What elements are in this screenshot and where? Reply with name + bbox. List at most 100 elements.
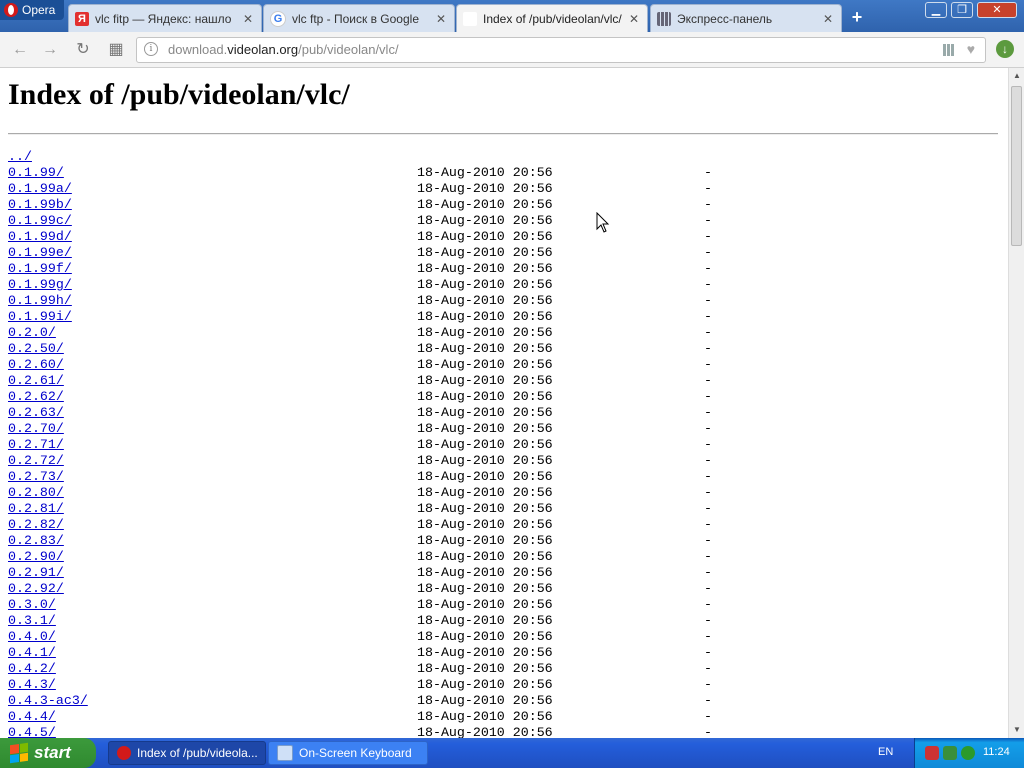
file-size: - [704, 629, 712, 644]
opera-logo-icon [4, 3, 18, 17]
speed-dial-grid-icon[interactable]: ▦ [106, 40, 126, 60]
scroll-down-arrow-icon[interactable]: ▼ [1009, 722, 1024, 738]
directory-link[interactable]: 0.1.99b/ [8, 197, 72, 213]
modified-date: 18-Aug-2010 20:56 [417, 165, 553, 180]
reload-icon[interactable]: ↻ [73, 40, 93, 60]
directory-link[interactable]: 0.1.99h/ [8, 293, 72, 309]
task-on-screen-keyboard[interactable]: On-Screen Keyboard [268, 741, 428, 765]
file-size: - [704, 181, 712, 196]
directory-link[interactable]: 0.2.61/ [8, 373, 64, 389]
directory-link[interactable]: 0.2.0/ [8, 325, 56, 341]
directory-link[interactable]: 0.3.1/ [8, 613, 56, 629]
directory-link[interactable]: 0.2.83/ [8, 533, 64, 549]
back-icon[interactable]: ← [10, 40, 30, 60]
directory-link[interactable]: 0.1.99c/ [8, 213, 72, 229]
language-indicator[interactable]: EN [878, 746, 893, 758]
tab-google[interactable]: G vlc ftp - Поиск в Google ✕ [263, 4, 455, 32]
close-tab-icon[interactable]: ✕ [241, 12, 255, 26]
scroll-up-arrow-icon[interactable]: ▲ [1009, 68, 1024, 84]
directory-link[interactable]: 0.2.71/ [8, 437, 64, 453]
network-icon[interactable] [943, 746, 957, 760]
url-text[interactable]: download.videolan.org/pub/videolan/vlc/ [168, 42, 399, 57]
task-opera-window[interactable]: Index of /pub/videola... [108, 741, 266, 765]
file-size: - [704, 277, 712, 292]
speed-dial-add-icon[interactable] [943, 44, 955, 56]
modified-date: 18-Aug-2010 20:56 [417, 597, 553, 612]
directory-link[interactable]: 0.2.80/ [8, 485, 64, 501]
close-tab-icon[interactable]: ✕ [821, 12, 835, 26]
directory-link[interactable]: 0.2.70/ [8, 421, 64, 437]
modified-date: 18-Aug-2010 20:56 [417, 485, 553, 500]
modified-date: 18-Aug-2010 20:56 [417, 517, 553, 532]
list-item: 0.2.62/18-Aug-2010 20:56 - [8, 389, 998, 405]
directory-link[interactable]: 0.1.99d/ [8, 229, 72, 245]
directory-link[interactable]: 0.4.3/ [8, 677, 56, 693]
directory-link[interactable]: 0.2.90/ [8, 549, 64, 565]
minimize-icon[interactable]: ▁ [925, 2, 947, 18]
directory-link[interactable]: 0.2.82/ [8, 517, 64, 533]
directory-link[interactable]: 0.4.5/ [8, 725, 56, 738]
parent-row: ../ [8, 149, 998, 165]
tab-strip: Opera Я vlc fitp — Яндекс: нашло ✕ G vlc… [0, 0, 1024, 32]
tab-speed-dial[interactable]: Экспресс-панель ✕ [650, 4, 842, 32]
download-icon[interactable]: ↓ [996, 40, 1014, 58]
file-size: - [704, 645, 712, 660]
site-info-icon[interactable]: i [144, 42, 158, 56]
scrollbar-thumb[interactable] [1011, 86, 1022, 246]
list-item: 0.2.70/18-Aug-2010 20:56 - [8, 421, 998, 437]
close-tab-icon[interactable]: ✕ [627, 12, 641, 26]
start-label: start [34, 743, 71, 762]
list-item: 0.2.72/18-Aug-2010 20:56 - [8, 453, 998, 469]
close-window-icon[interactable]: ✕ [977, 2, 1017, 18]
modified-date: 18-Aug-2010 20:56 [417, 245, 553, 260]
directory-link[interactable]: 0.1.99a/ [8, 181, 72, 197]
directory-link[interactable]: 0.2.81/ [8, 501, 64, 517]
list-item: 0.1.99d/18-Aug-2010 20:56 - [8, 229, 998, 245]
tab-yandex[interactable]: Я vlc fitp — Яндекс: нашло ✕ [68, 4, 262, 32]
modified-date: 18-Aug-2010 20:56 [417, 421, 553, 436]
file-size: - [704, 469, 712, 484]
close-tab-icon[interactable]: ✕ [434, 12, 448, 26]
list-item: 0.2.61/18-Aug-2010 20:56 - [8, 373, 998, 389]
directory-link[interactable]: 0.1.99/ [8, 165, 64, 181]
directory-link[interactable]: 0.2.91/ [8, 565, 64, 581]
forward-icon[interactable]: → [40, 40, 60, 60]
directory-link[interactable]: 0.2.72/ [8, 453, 64, 469]
file-size: - [704, 213, 712, 228]
directory-link[interactable]: 0.2.60/ [8, 357, 64, 373]
directory-link[interactable]: 0.4.4/ [8, 709, 56, 725]
address-bar[interactable]: i download.videolan.org/pub/videolan/vlc… [136, 37, 986, 63]
tab-title: Index of /pub/videolan/vlc/ [483, 11, 622, 26]
vertical-scrollbar[interactable]: ▲ ▼ [1008, 68, 1024, 738]
list-item: 0.1.99i/18-Aug-2010 20:56 - [8, 309, 998, 325]
opera-menu-button[interactable]: Opera [0, 0, 64, 20]
directory-link[interactable]: 0.4.0/ [8, 629, 56, 645]
new-tab-plus-icon[interactable]: + [848, 8, 866, 26]
directory-link[interactable]: 0.2.50/ [8, 341, 64, 357]
directory-link[interactable]: 0.1.99f/ [8, 261, 72, 277]
directory-link[interactable]: 0.1.99e/ [8, 245, 72, 261]
modified-date: 18-Aug-2010 20:56 [417, 437, 553, 452]
antivirus-shield-icon[interactable] [925, 746, 939, 760]
directory-link[interactable]: 0.4.3-ac3/ [8, 693, 88, 709]
list-item: 0.4.5/18-Aug-2010 20:56 - [8, 725, 998, 738]
start-button[interactable]: start [0, 738, 96, 768]
directory-link[interactable]: 0.2.73/ [8, 469, 64, 485]
directory-link[interactable]: 0.4.1/ [8, 645, 56, 661]
parent-directory-link[interactable]: ../ [8, 149, 32, 165]
directory-link[interactable]: 0.3.0/ [8, 597, 56, 613]
modified-date: 18-Aug-2010 20:56 [417, 469, 553, 484]
list-item: 0.4.1/18-Aug-2010 20:56 - [8, 645, 998, 661]
directory-link[interactable]: 0.1.99g/ [8, 277, 72, 293]
directory-link[interactable]: 0.2.62/ [8, 389, 64, 405]
keyboard-icon [277, 745, 293, 761]
directory-link[interactable]: 0.4.2/ [8, 661, 56, 677]
list-item: 0.3.0/18-Aug-2010 20:56 - [8, 597, 998, 613]
directory-link[interactable]: 0.2.63/ [8, 405, 64, 421]
utorrent-icon[interactable] [961, 746, 975, 760]
stash-heart-icon[interactable]: ♥ [967, 41, 975, 57]
maximize-icon[interactable]: ❐ [951, 2, 973, 18]
tab-index-vlc[interactable]: Index of /pub/videolan/vlc/ ✕ [456, 4, 648, 32]
directory-link[interactable]: 0.2.92/ [8, 581, 64, 597]
directory-link[interactable]: 0.1.99i/ [8, 309, 72, 325]
